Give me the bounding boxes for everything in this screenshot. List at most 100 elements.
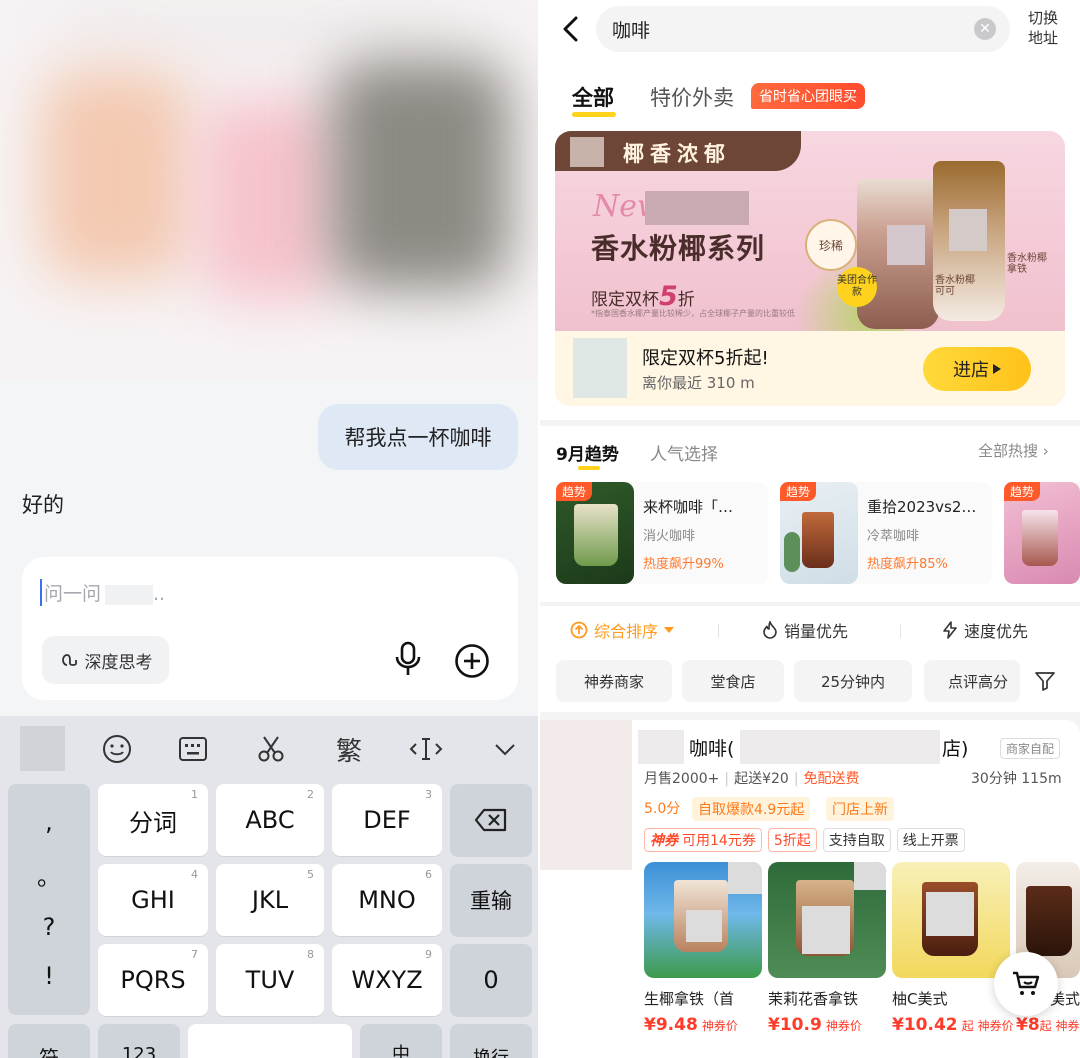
price-value: ¥10.9	[768, 1015, 822, 1035]
key-label: 分词	[129, 808, 177, 837]
key-label: TUV	[245, 966, 295, 994]
add-icon[interactable]	[454, 643, 490, 679]
play-arrow-icon	[993, 364, 1001, 374]
product-item[interactable]: 生椰拿铁（首 ¥9.48 神券价	[644, 862, 762, 1035]
emoji-icon[interactable]	[98, 730, 136, 768]
image-redacted	[949, 209, 987, 251]
price-value: ¥10.42	[892, 1015, 958, 1035]
divider	[900, 624, 901, 638]
filter-chip[interactable]: 神券商家	[556, 660, 672, 702]
back-icon[interactable]	[560, 16, 582, 42]
scissors-icon[interactable]	[254, 730, 288, 768]
collapse-keyboard-icon[interactable]	[490, 730, 520, 768]
tab-popular[interactable]: 人气选择	[650, 440, 718, 465]
product-item[interactable]: 柚C美式 ¥10.42 起 神券价	[892, 862, 1014, 1035]
cursor-move-icon[interactable]	[408, 730, 444, 768]
filter-chip[interactable]: 点评高分	[924, 660, 1020, 702]
product-item[interactable]: 茉莉花香拿铁 ¥10.9 神券价	[768, 862, 886, 1035]
trend-card[interactable]: 趋势 重拾2023vs2… 冷萃咖啡 热度飙升85%	[780, 482, 992, 584]
language-key[interactable]: 中	[360, 1024, 442, 1058]
assistant-reply: 好的	[22, 493, 64, 517]
filter-chip[interactable]: 堂食店	[682, 660, 784, 702]
god-coupon-tag[interactable]: 神券 可用14元券	[644, 828, 762, 852]
shop-tag: 门店上新	[826, 797, 894, 821]
key-8[interactable]: TUV 8	[216, 944, 324, 1016]
key-num: 9	[425, 948, 432, 961]
coop-badge: 美团合作款	[837, 267, 877, 307]
deep-think-label: 深度思考	[84, 652, 153, 673]
key-7[interactable]: PQRS 7	[98, 944, 208, 1016]
all-hot-search-link[interactable]: 全部热搜 ›	[978, 440, 1049, 461]
search-query: 咖啡	[612, 19, 651, 42]
deep-think-icon	[61, 654, 77, 666]
key-5[interactable]: JKL 5	[216, 864, 324, 936]
trends-section: 9月趋势 人气选择 全部热搜 › 趋势 来杯咖啡「… 消火咖啡 热度飙升99% …	[540, 426, 1080, 602]
banner-header-title: 椰香浓郁	[623, 142, 731, 166]
key-1[interactable]: 分词 1	[98, 784, 208, 856]
keyboard-layout-icon[interactable]	[176, 730, 210, 768]
tab-deals[interactable]: 特价外卖	[650, 82, 734, 112]
input-placeholder-suffix: ..	[153, 583, 166, 605]
filter-funnel-icon[interactable]	[1034, 670, 1056, 692]
number-key[interactable]: 123	[98, 1024, 180, 1058]
sort-speed[interactable]: 速度优先	[942, 618, 1028, 642]
trend-title: 重拾2023vs2…	[867, 498, 977, 516]
shop-distance: 离你最近 310 m	[642, 374, 755, 392]
cart-button[interactable]	[994, 952, 1058, 1016]
input-placeholder: 问一问	[44, 583, 102, 605]
keyboard-avatar[interactable]	[20, 726, 65, 771]
punc-question[interactable]: ?	[43, 913, 56, 941]
enter-shop-button[interactable]: 进店	[923, 347, 1031, 391]
microphone-icon[interactable]	[392, 641, 424, 679]
key-num: 6	[425, 868, 432, 881]
sort-comprehensive[interactable]: 综合排序	[570, 618, 675, 642]
image-redacted	[887, 225, 925, 265]
filter-chip[interactable]: 25分钟内	[794, 660, 912, 702]
divider	[718, 624, 719, 638]
punc-period[interactable]: 。	[37, 857, 61, 892]
price-value: ¥8	[1016, 1015, 1040, 1035]
trend-card[interactable]: 趋势 来杯咖啡「… 消火咖啡 热度飙升99%	[556, 482, 768, 584]
delivery-badge: 商家自配	[1000, 738, 1061, 759]
key-9[interactable]: WXYZ 9	[332, 944, 442, 1016]
zero-key[interactable]: 0	[450, 944, 532, 1016]
key-label: MNO	[358, 886, 416, 914]
sort-label: 速度优先	[964, 622, 1029, 641]
punc-exclaim[interactable]: !	[44, 962, 54, 990]
clear-icon[interactable]: ✕	[974, 18, 996, 40]
punctuation-column[interactable]: , 。 ? !	[8, 784, 90, 1014]
shop-name-redacted	[638, 730, 684, 764]
banner-fine-print: *指泰国香水椰产量比较稀少，占全球椰子产量的比重较低	[591, 309, 795, 318]
shop-image	[540, 720, 632, 870]
tab-all[interactable]: 全部	[572, 82, 614, 112]
shop-name-redacted	[740, 730, 940, 764]
backspace-key[interactable]	[450, 784, 532, 856]
delivery-time-distance: 30分钟 115m	[971, 771, 1062, 787]
chat-input[interactable]: 问一问..	[40, 579, 165, 606]
key-6[interactable]: MNO 6	[332, 864, 442, 936]
banner-shop-row: 限定双杯5折起! 离你最近 310 m 进店	[555, 331, 1065, 406]
key-4[interactable]: GHI 4	[98, 864, 208, 936]
enter-key[interactable]: 换行	[450, 1024, 532, 1058]
reinput-key[interactable]: 重输	[450, 864, 532, 936]
coupon-amount: 可用14元券	[682, 833, 756, 849]
punc-comma[interactable]: ,	[45, 808, 53, 836]
tab-trend-month[interactable]: 9月趋势	[556, 440, 619, 465]
traditional-chinese-toggle[interactable]: 繁	[330, 730, 368, 768]
key-2[interactable]: ABC 2	[216, 784, 324, 856]
deep-think-button[interactable]: 深度思考	[42, 636, 169, 684]
space-key[interactable]	[188, 1024, 352, 1058]
shop-card[interactable]: 咖啡( 店) 商家自配 月售2000+ | 起送¥20 | 免配送费 30分钟 115m…	[540, 720, 1080, 1058]
symbol-key[interactable]: 符	[8, 1024, 90, 1058]
switch-address-button[interactable]: 切换地址	[1028, 8, 1068, 48]
trend-card[interactable]: 趋势	[1004, 482, 1080, 584]
sort-sales[interactable]: 销量优先	[762, 618, 848, 642]
promo-banner[interactable]: 椰香浓郁 New 香水粉椰系列 限定双杯5折 *指泰国香水椰产量比较稀少，占全球…	[555, 131, 1065, 406]
key-num: 4	[191, 868, 198, 881]
search-header: 咖啡 ✕ 切换地址 全部 特价外卖 省时省心团眼买 椰香浓郁 New 香水粉椰系…	[540, 0, 1080, 420]
chat-panel: 帮我点一杯咖啡 好的 问一问.. 深度思考 繁 , 。 ? ! 分词 1 ABC…	[0, 0, 538, 1058]
brand-logo	[570, 137, 604, 167]
caret-down-icon	[664, 627, 675, 633]
key-3[interactable]: DEF 3	[332, 784, 442, 856]
search-input[interactable]: 咖啡 ✕	[596, 6, 1010, 52]
